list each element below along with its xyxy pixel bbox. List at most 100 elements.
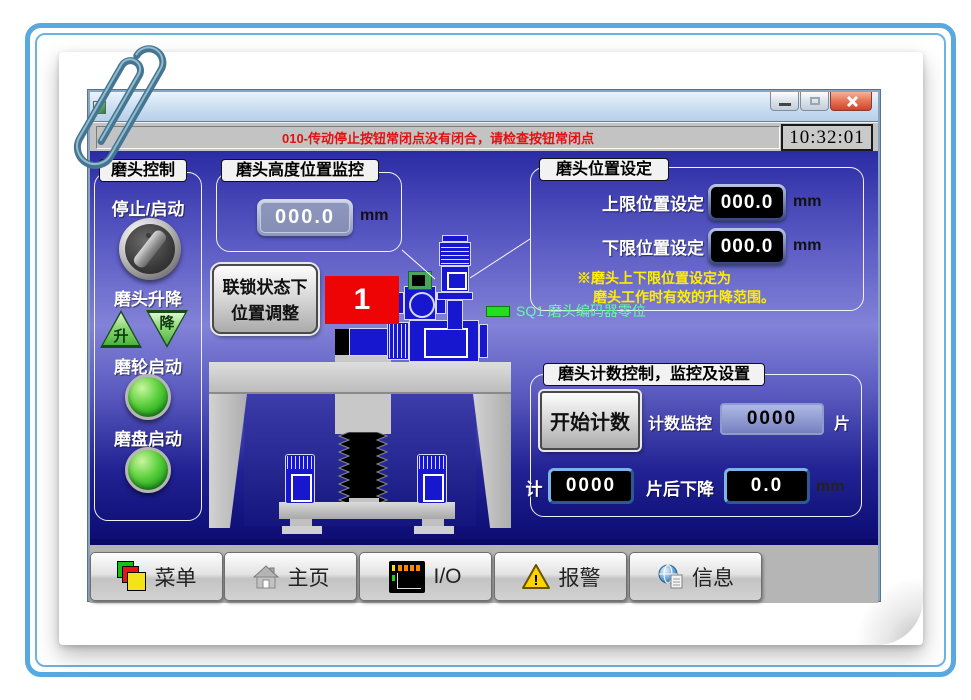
machine-foot-pad <box>282 526 322 534</box>
nav-label-info: 信息 <box>692 562 734 592</box>
io-led <box>410 565 414 571</box>
paperclip-icon <box>52 26 192 216</box>
nav-button-info[interactable]: 信息 <box>629 552 762 601</box>
machine-left-leg <box>209 394 247 528</box>
io-led <box>398 565 402 571</box>
machine-base-bar <box>279 502 455 519</box>
stop-start-knob[interactable] <box>119 218 181 280</box>
machine-horizontal-motor-ribs <box>387 322 409 360</box>
machine-vertical-motor-ribs <box>439 242 471 266</box>
machine-gearbox <box>404 286 436 320</box>
descend-unit: mm <box>816 478 844 496</box>
lower-limit-unit: mm <box>793 237 821 255</box>
minimize-button[interactable] <box>770 92 799 111</box>
menu-page-yellow <box>127 572 146 591</box>
alarm-warning-icon: ! <box>521 563 551 591</box>
menu-pages-icon <box>117 561 147 592</box>
machine-horizontal-motor-cap <box>479 324 488 358</box>
nav-button-io[interactable]: I/O <box>359 552 492 601</box>
nav-label-io: I/O <box>433 565 461 589</box>
home-icon <box>252 564 280 590</box>
io-led <box>416 565 420 571</box>
hmi-content: 磨头控制 停止/启动 磨头升降 升 降 磨轮启动 磨盘启动 <box>90 151 878 539</box>
count-monitor-unit: 片 <box>830 410 854 434</box>
io-module-icon <box>389 561 425 593</box>
alarm-strip: 010-传动停止按钮常闭点没有闭合，请检查按钮常闭点 10:32:01 <box>90 122 878 151</box>
minimize-icon <box>779 103 791 106</box>
machine-vertical-motor-cap <box>442 235 468 242</box>
svg-text:!: ! <box>533 572 538 589</box>
machine-motor-right <box>417 454 447 504</box>
nav-button-home[interactable]: 主页 <box>224 552 357 601</box>
caption-buttons <box>769 92 872 111</box>
machine-coupling-block <box>335 329 349 355</box>
io-led <box>404 565 408 571</box>
interlock-adjust-button[interactable]: 联锁状态下 位置调整 <box>212 264 318 334</box>
io-led-yellow <box>392 565 395 571</box>
maximize-icon <box>810 97 820 105</box>
wheel-start-button[interactable] <box>125 374 171 420</box>
nav-button-alarm[interactable]: ! 报警 <box>494 552 627 601</box>
machine-horizontal-motor <box>409 320 479 362</box>
upper-limit-unit: mm <box>793 193 821 211</box>
interlock-adjust-line1: 联锁状态下 <box>214 275 316 301</box>
close-button[interactable] <box>830 92 872 111</box>
panel-position-setting-title: 磨头位置设定 <box>539 158 669 181</box>
machine-bellows <box>338 432 388 504</box>
machine-vertical-motor <box>441 266 469 292</box>
height-monitor-value: 000.0 <box>260 202 350 233</box>
encoder-zero-label: SQ1 磨头编码器零位 <box>516 301 646 321</box>
lower-limit-label: 下限位置设定 <box>560 234 704 259</box>
nav-label-home: 主页 <box>288 562 330 592</box>
machine-right-leg <box>473 394 511 528</box>
nav-label-alarm: 报警 <box>559 562 601 592</box>
count-monitor-label: 计数监控 <box>642 410 718 434</box>
panel-counting-title: 磨头计数控制，监控及设置 <box>543 363 765 386</box>
upper-limit-input[interactable]: 000.0 <box>708 184 786 221</box>
lower-limit-value: 000.0 <box>711 231 783 262</box>
height-monitor-unit: mm <box>360 207 388 225</box>
head-lift-label: 磨头升降 <box>94 285 202 310</box>
machine-motor-left <box>285 454 315 504</box>
window-titlebar <box>90 92 878 122</box>
nav-button-menu[interactable]: 菜单 <box>90 552 223 601</box>
lower-limit-input[interactable]: 000.0 <box>708 228 786 265</box>
start-count-button[interactable]: 开始计数 <box>540 391 640 450</box>
count-monitor-display: 0000 <box>720 403 824 435</box>
head-down-button-label: 降 <box>146 312 188 333</box>
screenshot-canvas: 010-传动停止按钮常闭点没有闭合，请检查按钮常闭点 10:32:01 <box>0 0 971 700</box>
panel-height-monitor-title: 磨头高度位置监控 <box>221 159 379 182</box>
head-down-button[interactable]: 降 <box>146 310 188 348</box>
machine-foot-pad <box>414 526 454 534</box>
io-frame-line <box>397 573 421 589</box>
machine-foot <box>422 519 444 526</box>
interlock-adjust-line2: 位置调整 <box>214 301 316 327</box>
encoder-zero-led <box>486 306 510 317</box>
height-monitor-display: 000.0 <box>257 199 353 236</box>
head-up-button-label: 升 <box>100 325 142 346</box>
machine-vertical-motor-shaft <box>447 300 463 330</box>
upper-limit-label: 上限位置设定 <box>560 190 704 215</box>
setting-note-line1: ※磨头上下限位置设定为 <box>577 268 731 288</box>
disc-start-button[interactable] <box>125 447 171 493</box>
upper-limit-value: 000.0 <box>711 187 783 218</box>
maximize-button[interactable] <box>800 92 829 111</box>
nav-bar: 菜单 主页 <box>90 539 878 603</box>
clock-display: 10:32:01 <box>781 124 873 151</box>
descend-amount-input[interactable]: 0.0 <box>724 468 810 504</box>
io-led-green <box>392 575 395 581</box>
machine-encoder-sensor <box>408 271 432 290</box>
machine-table-top <box>209 362 511 394</box>
preset-count-label: 计 <box>522 475 546 500</box>
info-globe-icon <box>657 564 684 590</box>
status-number-indicator: 1 <box>325 276 399 324</box>
knob-dot-icon <box>146 233 151 238</box>
machine-foot <box>290 519 312 526</box>
stop-start-knob-face <box>125 224 175 274</box>
hmi-app-window: 010-传动停止按钮常闭点没有闭合，请检查按钮常闭点 10:32:01 <box>88 90 880 601</box>
alarm-message: 010-传动停止按钮常闭点没有闭合，请检查按钮常闭点 <box>96 126 780 149</box>
machine-vertical-motor-flange <box>437 292 473 300</box>
head-up-button[interactable]: 升 <box>100 310 142 348</box>
preset-count-input[interactable]: 0000 <box>548 468 634 504</box>
after-descend-label: 片后下降 <box>638 475 722 500</box>
